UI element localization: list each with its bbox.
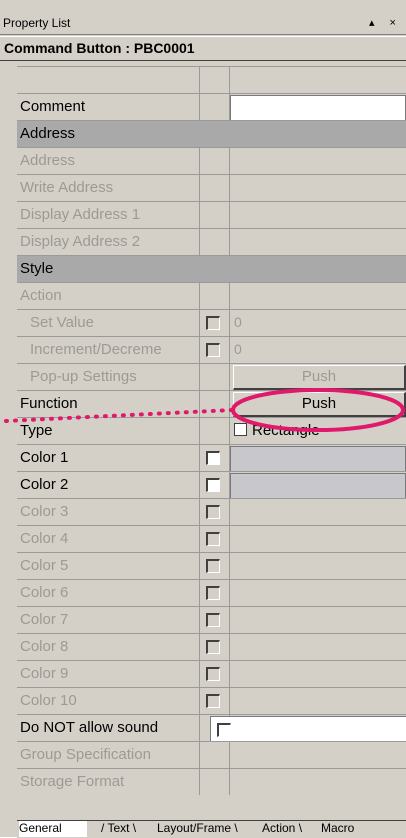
callout-overlay <box>4 388 405 432</box>
callout-dotted-line <box>4 408 234 423</box>
highlight-ellipse <box>231 388 405 432</box>
